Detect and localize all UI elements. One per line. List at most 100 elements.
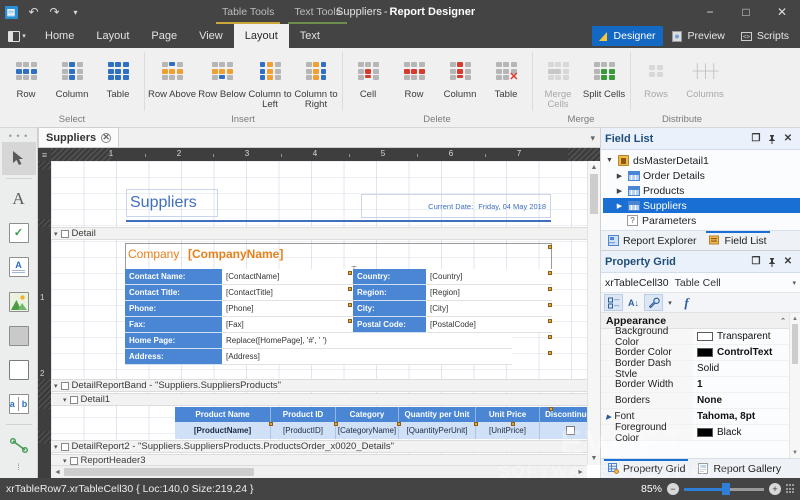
tree-node-parameters[interactable]: ? Parameters [603,213,800,228]
undo-button[interactable]: ↶ [24,3,43,22]
dock-icon[interactable]: ❐ [748,131,764,147]
insert-column-right-button[interactable]: Column to Right [293,50,339,110]
zoom-slider[interactable] [684,483,764,495]
scroll-left-icon[interactable]: ◄ [51,469,64,476]
band-expander-icon[interactable]: ▾ [54,443,58,451]
table-header-cell[interactable]: Product Name [175,407,271,422]
band-header-reportheader3[interactable]: ▾ ReportHeader3 [51,454,587,465]
delete-cell-button[interactable]: Cell [345,50,391,100]
scroll-up-icon[interactable]: ▲ [588,161,600,174]
table-detail-cell[interactable]: [UnitPrice] [476,422,540,439]
property-row-border-dash-style[interactable]: Border Dash Style Solid [601,361,800,377]
field-value[interactable]: Replace([HomePage], '#', ' ') [222,333,512,349]
document-tab-suppliers[interactable]: Suppliers ✕ [38,127,119,147]
pointer-tool[interactable] [2,142,36,175]
designer-view-button[interactable]: Designer [592,26,663,46]
zoom-slider-knob[interactable] [722,483,730,495]
tab-field-list[interactable]: Field List [703,231,773,251]
resize-handle[interactable] [348,319,352,323]
field-value[interactable]: [ContactTitle] [222,285,353,301]
vertical-ruler[interactable]: 1 2 [38,161,51,478]
toolbox-overflow-button[interactable]: ⁞ [17,462,20,478]
canvas-horizontal-scrollbar[interactable]: ◄ ► [51,465,587,478]
chevron-right-icon[interactable]: ▶ [615,202,624,210]
distribute-columns-button[interactable]: ┼┼┼ Columns [679,50,731,100]
resize-handle[interactable] [548,271,552,275]
vertical-scroll-thumb[interactable] [590,174,598,214]
table-tool[interactable] [2,354,36,387]
toolbox-drag-handle[interactable]: • • • [9,130,28,142]
property-value-cell[interactable]: Tahoma, 8pt [693,411,800,422]
table-header-cell[interactable]: Product ID [271,407,336,422]
zoom-in-button[interactable]: + [769,483,781,495]
scripts-view-button[interactable]: <> Scripts [735,26,796,46]
customize-quick-access-button[interactable]: ▾ [66,3,85,22]
resize-handle[interactable] [548,287,552,291]
field-value[interactable]: [PostalCode] [426,317,552,333]
split-cells-button[interactable]: Split Cells [581,50,627,100]
ruler-corner[interactable]: ≡ [38,148,51,161]
checkbox-icon[interactable] [566,426,575,435]
resize-handle[interactable] [548,319,552,323]
property-value-cell[interactable]: ControlText [693,347,800,358]
resize-handle[interactable] [269,422,273,426]
table-detail-cell[interactable]: [QuantityPerUnit] [399,422,476,439]
resize-handle[interactable] [548,351,552,355]
band-expander-icon[interactable]: ▾ [63,457,67,465]
chevron-right-icon[interactable]: ▶ [606,413,611,421]
field-value[interactable]: [Address] [222,349,512,365]
property-row-background-color[interactable]: Background Color Transparent [601,329,800,345]
rich-text-tool[interactable]: A [2,251,36,284]
tab-property-grid[interactable]: Property Grid [601,459,691,479]
maximize-button[interactable]: □ [728,0,764,24]
property-value-cell[interactable]: Solid [693,363,800,374]
pin-icon[interactable] [764,131,780,147]
tab-layout[interactable]: Layout [85,24,140,48]
scroll-down-icon[interactable]: ▼ [790,447,800,458]
delete-row-button[interactable]: Row [391,50,437,100]
table-detail-cell[interactable]: [CategoryName] [336,422,399,439]
table-header-cell[interactable]: Discontinued [540,407,587,422]
chevron-right-icon[interactable]: ▶ [615,187,624,195]
tree-node-suppliers[interactable]: ▶ Suppliers [603,198,800,213]
field-value[interactable]: [Phone] [222,301,353,317]
line-tool[interactable] [2,428,36,461]
chevron-down-icon[interactable]: ▼ [605,157,614,164]
band-header-detailreport2[interactable]: ▾ DetailReport2 - "Suppliers.SuppliersPr… [51,440,587,453]
property-value-cell[interactable]: Black [693,427,800,438]
field-value[interactable]: [Country] [426,269,552,285]
chevron-right-icon[interactable]: ▶ [615,172,624,180]
minimize-button[interactable]: − [692,0,728,24]
band-expander-icon[interactable]: ▾ [63,396,67,404]
products-table-header-row[interactable]: Product Name Product ID Category Quantit… [175,407,587,422]
table-header-cell[interactable]: Unit Price [476,407,540,422]
property-row-foreground-color[interactable]: Foreground Color Black [601,425,800,441]
horizontal-scroll-thumb[interactable] [64,468,254,476]
merge-cells-button[interactable]: Merge Cells [535,50,581,110]
property-row-borders[interactable]: Borders None [601,393,800,409]
band-expander-icon[interactable]: ▾ [54,230,58,238]
resize-grip-icon[interactable] [786,484,796,494]
field-value[interactable]: [Fax] [222,317,353,333]
tab-table-layout[interactable]: Layout [234,24,289,48]
property-value-cell[interactable]: Transparent [693,331,800,342]
file-menu-button[interactable]: ▾ [0,24,34,48]
company-label[interactable]: Company [128,247,179,261]
field-value[interactable]: [ContactName] [222,269,353,285]
scroll-up-icon[interactable]: ▲ [790,313,800,324]
tab-page[interactable]: Page [140,24,188,48]
expressions-button[interactable]: f [677,294,696,311]
properties-dropdown-button[interactable]: ▾ [664,294,676,311]
products-table-detail-row[interactable]: [ProductName] [ProductID] [CategoryName]… [175,422,587,439]
preview-view-button[interactable]: Preview [666,26,732,46]
report-canvas[interactable]: Suppliers Current Date: Friday, 04 May 2… [51,161,600,478]
categorized-button[interactable] [604,294,623,311]
check-box-tool[interactable]: ✓ [2,216,36,249]
picture-box-tool[interactable] [2,285,36,318]
field-value[interactable]: [Region] [426,285,552,301]
resize-handle[interactable] [348,287,352,291]
resize-handle[interactable] [548,303,552,307]
delete-column-button[interactable]: Column [437,50,483,100]
panel-tool[interactable] [2,319,36,352]
canvas-vertical-scrollbar[interactable]: ▲ ▼ [587,161,600,465]
